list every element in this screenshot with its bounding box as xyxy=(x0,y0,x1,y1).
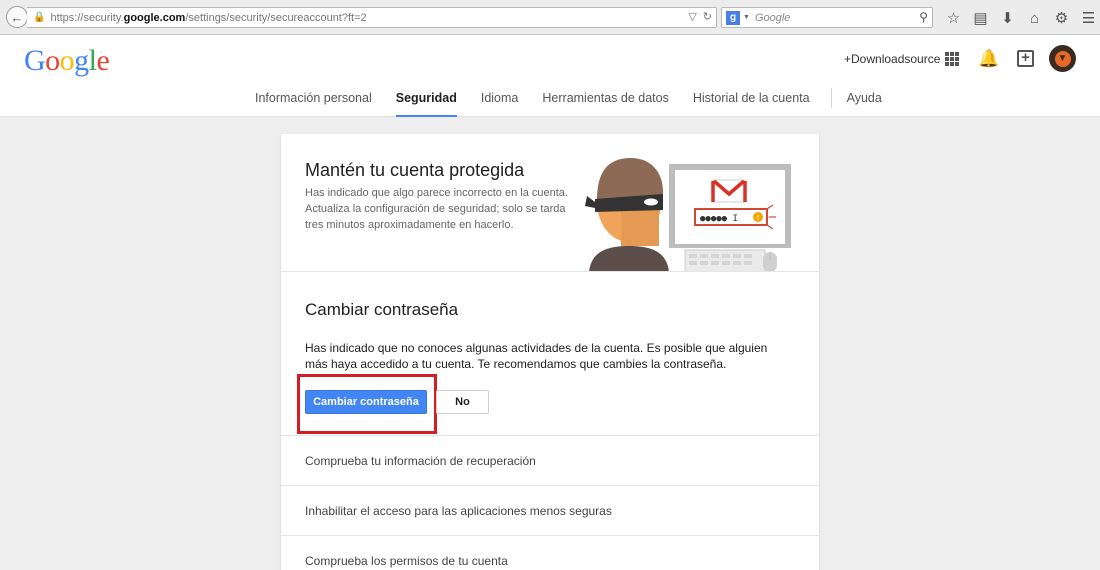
search-placeholder: Google xyxy=(754,11,791,24)
arrow-left-icon: ← xyxy=(10,9,24,25)
row-label: Inhabilitar el acceso para las aplicacio… xyxy=(305,503,612,518)
clipboard-icon[interactable]: ▤ xyxy=(967,7,994,29)
address-bar[interactable]: 🔒 https://security.google.com/settings/s… xyxy=(27,7,717,28)
tab-divider xyxy=(830,88,832,108)
star-icon[interactable]: ☆ xyxy=(940,7,967,29)
account-permissions-row[interactable]: Comprueba los permisos de tu cuenta xyxy=(281,536,819,570)
hero-description: Has indicado que algo parece incorrecto … xyxy=(305,187,568,231)
change-password-button[interactable]: Cambiar contraseña xyxy=(305,390,427,414)
search-icon[interactable]: ⚲ xyxy=(919,10,928,24)
caret-down-icon[interactable]: ▼ xyxy=(743,14,750,21)
menu-icon[interactable]: ☰ xyxy=(1075,7,1100,29)
plus-profile-link[interactable]: +Downloadsource xyxy=(844,52,940,66)
google-logo[interactable]: Google xyxy=(24,44,110,78)
password-mask: ●●●●● I xyxy=(700,214,738,224)
browser-toolbar: ← 🔒 https://security.google.com/settings… xyxy=(0,0,1100,35)
share-plus-icon[interactable]: + xyxy=(1017,50,1034,67)
download-icon[interactable]: ⬇ xyxy=(994,7,1021,29)
home-icon[interactable]: ⌂ xyxy=(1021,7,1048,29)
no-button[interactable]: No xyxy=(436,390,489,414)
apps-grid-icon[interactable] xyxy=(945,52,959,66)
hero-title: Mantén tu cuenta protegida xyxy=(305,160,525,180)
browser-search-box[interactable]: g ▼ Google ⚲ xyxy=(721,7,933,28)
avatar[interactable]: ▼ xyxy=(1049,45,1076,72)
hero-section: Mantén tu cuenta protegida Has indicado … xyxy=(281,134,819,272)
url-text: https://security.google.com/settings/sec… xyxy=(50,11,367,24)
security-card: Mantén tu cuenta protegida Has indicado … xyxy=(281,134,819,570)
change-password-section: Cambiar contraseña Has indicado que no c… xyxy=(281,272,819,436)
reload-icon[interactable]: ↻ xyxy=(703,10,712,23)
lock-icon: 🔒 xyxy=(33,12,46,23)
tab-herramientas-de-datos[interactable]: Herramientas de datos xyxy=(542,91,668,117)
tab-ayuda[interactable]: Ayuda xyxy=(847,91,882,117)
hacker-illustration: ●●●●● I ! xyxy=(585,158,791,271)
google-header: Google +Downloadsource 🔔 + ▼ Información… xyxy=(0,35,1100,117)
back-button[interactable]: ← xyxy=(6,6,28,28)
tab-historial-de-la-cuenta[interactable]: Historial de la cuenta xyxy=(693,91,810,117)
row-label: Comprueba tu información de recuperación xyxy=(305,453,536,468)
notifications-bell-icon[interactable]: 🔔 xyxy=(978,49,999,69)
row-label: Comprueba los permisos de tu cuenta xyxy=(305,553,508,568)
tab-idioma[interactable]: Idioma xyxy=(481,91,519,117)
svg-text:!: ! xyxy=(757,214,760,222)
change-password-title: Cambiar contraseña xyxy=(305,300,459,319)
change-password-description: Has indicado que no conoces algunas acti… xyxy=(305,341,768,371)
extension-icon[interactable]: ⚙ xyxy=(1048,7,1075,29)
recovery-info-row[interactable]: Comprueba tu información de recuperación xyxy=(281,436,819,486)
less-secure-apps-row[interactable]: Inhabilitar el acceso para las aplicacio… xyxy=(281,486,819,536)
tab-informacion-personal[interactable]: Información personal xyxy=(255,91,372,117)
tab-seguridad[interactable]: Seguridad xyxy=(395,91,457,117)
account-tabs: Información personal Seguridad Idioma He… xyxy=(255,88,906,117)
avatar-logo-icon: ▼ xyxy=(1054,50,1071,67)
google-engine-icon[interactable]: g xyxy=(726,10,740,25)
dropdown-arrow-icon[interactable]: ▽ xyxy=(688,10,696,23)
